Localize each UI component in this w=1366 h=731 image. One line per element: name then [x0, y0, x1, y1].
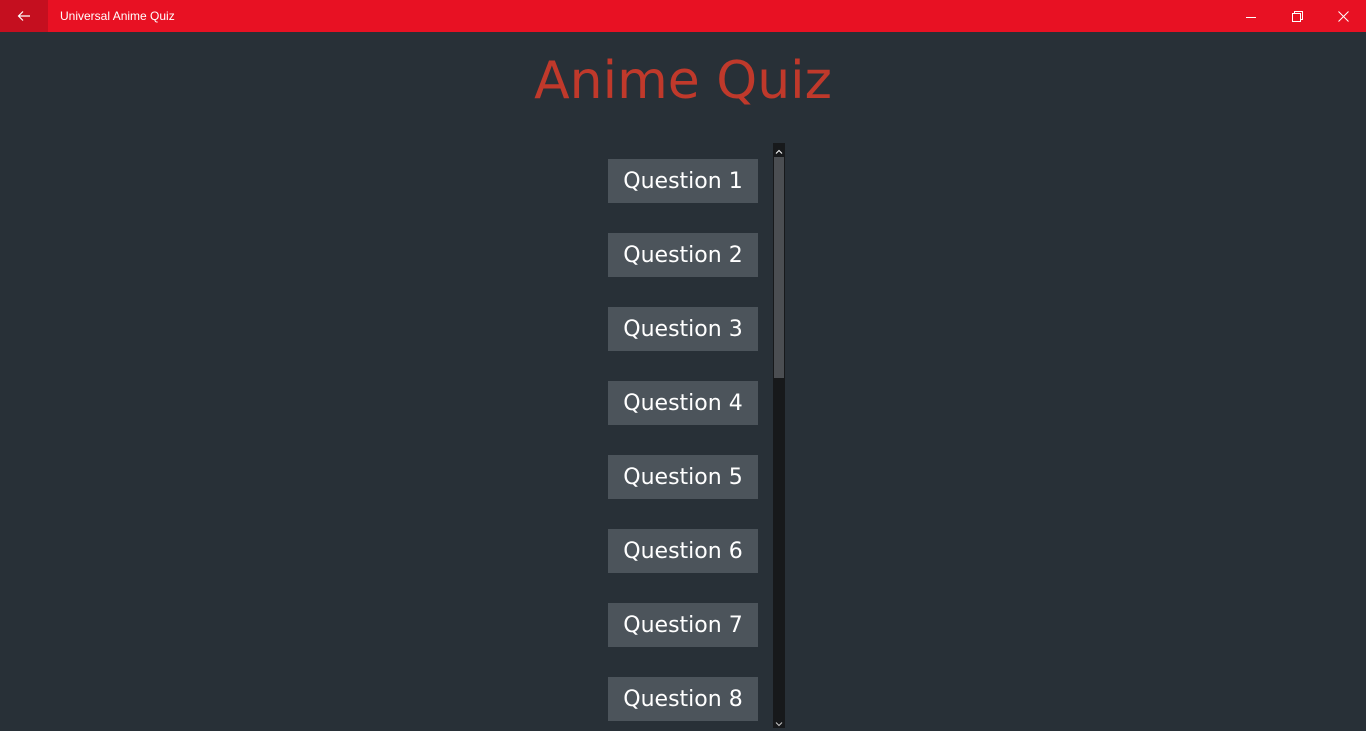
scroll-down-button[interactable] — [773, 715, 785, 727]
minimize-button[interactable] — [1228, 0, 1274, 32]
question-7-button[interactable]: Question 7 — [608, 603, 758, 647]
question-3-button[interactable]: Question 3 — [608, 307, 758, 351]
title-bar: Universal Anime Quiz — [0, 0, 1366, 32]
restore-button[interactable] — [1274, 0, 1320, 32]
app-title: Universal Anime Quiz — [60, 9, 175, 23]
chevron-up-icon — [775, 140, 783, 159]
scroll-up-button[interactable] — [773, 143, 785, 155]
question-5-button[interactable]: Question 5 — [608, 455, 758, 499]
close-icon — [1337, 7, 1349, 26]
question-1-button[interactable]: Question 1 — [608, 159, 758, 203]
vertical-scrollbar[interactable] — [773, 143, 785, 728]
restore-icon — [1291, 7, 1303, 26]
scrollbar-thumb[interactable] — [774, 157, 784, 378]
question-8-button[interactable]: Question 8 — [608, 677, 758, 721]
question-2-button[interactable]: Question 2 — [608, 233, 758, 277]
minimize-icon — [1246, 7, 1256, 26]
question-6-button[interactable]: Question 6 — [608, 529, 758, 573]
question-4-button[interactable]: Question 4 — [608, 381, 758, 425]
page-title: Anime Quiz — [534, 51, 832, 111]
close-button[interactable] — [1320, 0, 1366, 32]
back-button[interactable] — [0, 0, 48, 32]
back-arrow-icon — [17, 7, 31, 26]
question-list: Question 1 Question 2 Question 3 Questio… — [608, 143, 786, 728]
